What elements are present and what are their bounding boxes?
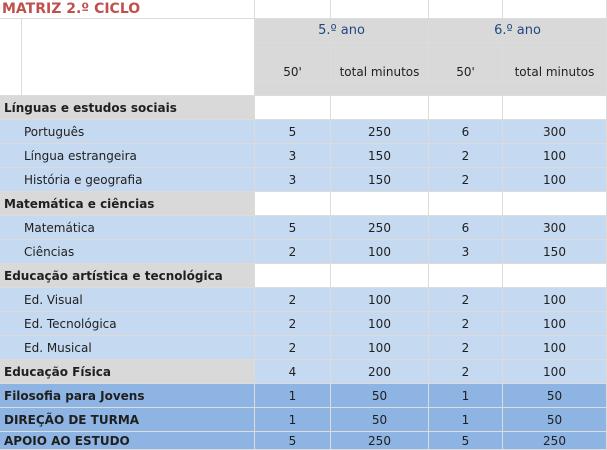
value-cell: 1 (429, 408, 503, 432)
empty-cell (0, 19, 22, 96)
value-cell: 5 (255, 432, 331, 450)
empty-cell (429, 0, 503, 19)
value-cell: 250 (503, 432, 607, 450)
value-cell: 6 (429, 120, 503, 144)
value-cell (429, 96, 503, 120)
subject-label: Ed. Tecnológica (0, 312, 255, 336)
value-cell: 250 (331, 120, 429, 144)
year-header-6: 6.º ano (429, 19, 607, 43)
value-cell: 5 (255, 120, 331, 144)
value-cell (331, 264, 429, 288)
empty-cell (503, 0, 607, 19)
category-label: Filosofia para Jovens (0, 384, 255, 408)
value-cell: 100 (331, 240, 429, 264)
value-cell: 2 (255, 312, 331, 336)
value-cell: 5 (429, 432, 503, 450)
year-header-5: 5.º ano (255, 19, 429, 43)
column-header-50-6: 50' (429, 43, 503, 82)
subject-label: Ed. Musical (0, 336, 255, 360)
value-cell: 100 (503, 168, 607, 192)
value-cell: 3 (255, 168, 331, 192)
value-cell: 50 (331, 408, 429, 432)
empty-cell (255, 0, 331, 19)
subject-label: Língua estrangeira (0, 144, 255, 168)
page-title: MATRIZ 2.º CICLO (0, 0, 255, 19)
value-cell: 100 (503, 312, 607, 336)
subject-label: Matemática (0, 216, 255, 240)
value-cell: 200 (331, 360, 429, 384)
value-cell (503, 264, 607, 288)
empty-cell (22, 19, 255, 96)
value-cell: 2 (429, 168, 503, 192)
value-cell: 100 (331, 312, 429, 336)
value-cell (429, 264, 503, 288)
subject-label: Ciências (0, 240, 255, 264)
category-label: Educação Física (0, 360, 255, 384)
column-header-total-5: total minutos (331, 43, 429, 82)
value-cell (331, 192, 429, 216)
spreadsheet-grid: MATRIZ 2.º CICLO 5.º ano 6.º ano 50' tot… (0, 0, 607, 450)
value-cell: 5 (255, 216, 331, 240)
header-spacer (255, 82, 607, 96)
value-cell: 100 (503, 288, 607, 312)
value-cell: 1 (429, 384, 503, 408)
empty-cell (331, 0, 429, 19)
value-cell (503, 192, 607, 216)
value-cell: 2 (255, 336, 331, 360)
value-cell (255, 192, 331, 216)
value-cell (255, 96, 331, 120)
column-header-total-6: total minutos (503, 43, 607, 82)
value-cell (255, 264, 331, 288)
value-cell: 100 (503, 360, 607, 384)
value-cell: 250 (331, 216, 429, 240)
value-cell: 2 (255, 288, 331, 312)
subject-label: História e geografia (0, 168, 255, 192)
category-label: Educação artística e tecnológica (0, 264, 255, 288)
value-cell: 50 (503, 408, 607, 432)
value-cell: 150 (331, 168, 429, 192)
value-cell: 4 (255, 360, 331, 384)
value-cell: 300 (503, 120, 607, 144)
category-label: DIREÇÃO DE TURMA (0, 408, 255, 432)
value-cell: 150 (331, 144, 429, 168)
value-cell: 2 (429, 288, 503, 312)
value-cell: 1 (255, 384, 331, 408)
value-cell: 100 (331, 288, 429, 312)
value-cell (331, 96, 429, 120)
value-cell: 3 (429, 240, 503, 264)
value-cell: 1 (255, 408, 331, 432)
value-cell: 100 (331, 336, 429, 360)
value-cell (503, 96, 607, 120)
value-cell: 300 (503, 216, 607, 240)
value-cell: 2 (429, 336, 503, 360)
value-cell: 50 (503, 384, 607, 408)
category-label: APOIO AO ESTUDO (0, 432, 255, 450)
category-label: Línguas e estudos sociais (0, 96, 255, 120)
value-cell: 100 (503, 336, 607, 360)
subject-label: Ed. Visual (0, 288, 255, 312)
subject-label: Português (0, 120, 255, 144)
value-cell: 50 (331, 384, 429, 408)
value-cell: 6 (429, 216, 503, 240)
value-cell: 2 (429, 144, 503, 168)
category-label: Matemática e ciências (0, 192, 255, 216)
value-cell: 150 (503, 240, 607, 264)
value-cell: 100 (503, 144, 607, 168)
value-cell (429, 192, 503, 216)
value-cell: 250 (331, 432, 429, 450)
value-cell: 2 (255, 240, 331, 264)
value-cell: 2 (429, 360, 503, 384)
value-cell: 3 (255, 144, 331, 168)
column-header-50-5: 50' (255, 43, 331, 82)
value-cell: 2 (429, 312, 503, 336)
